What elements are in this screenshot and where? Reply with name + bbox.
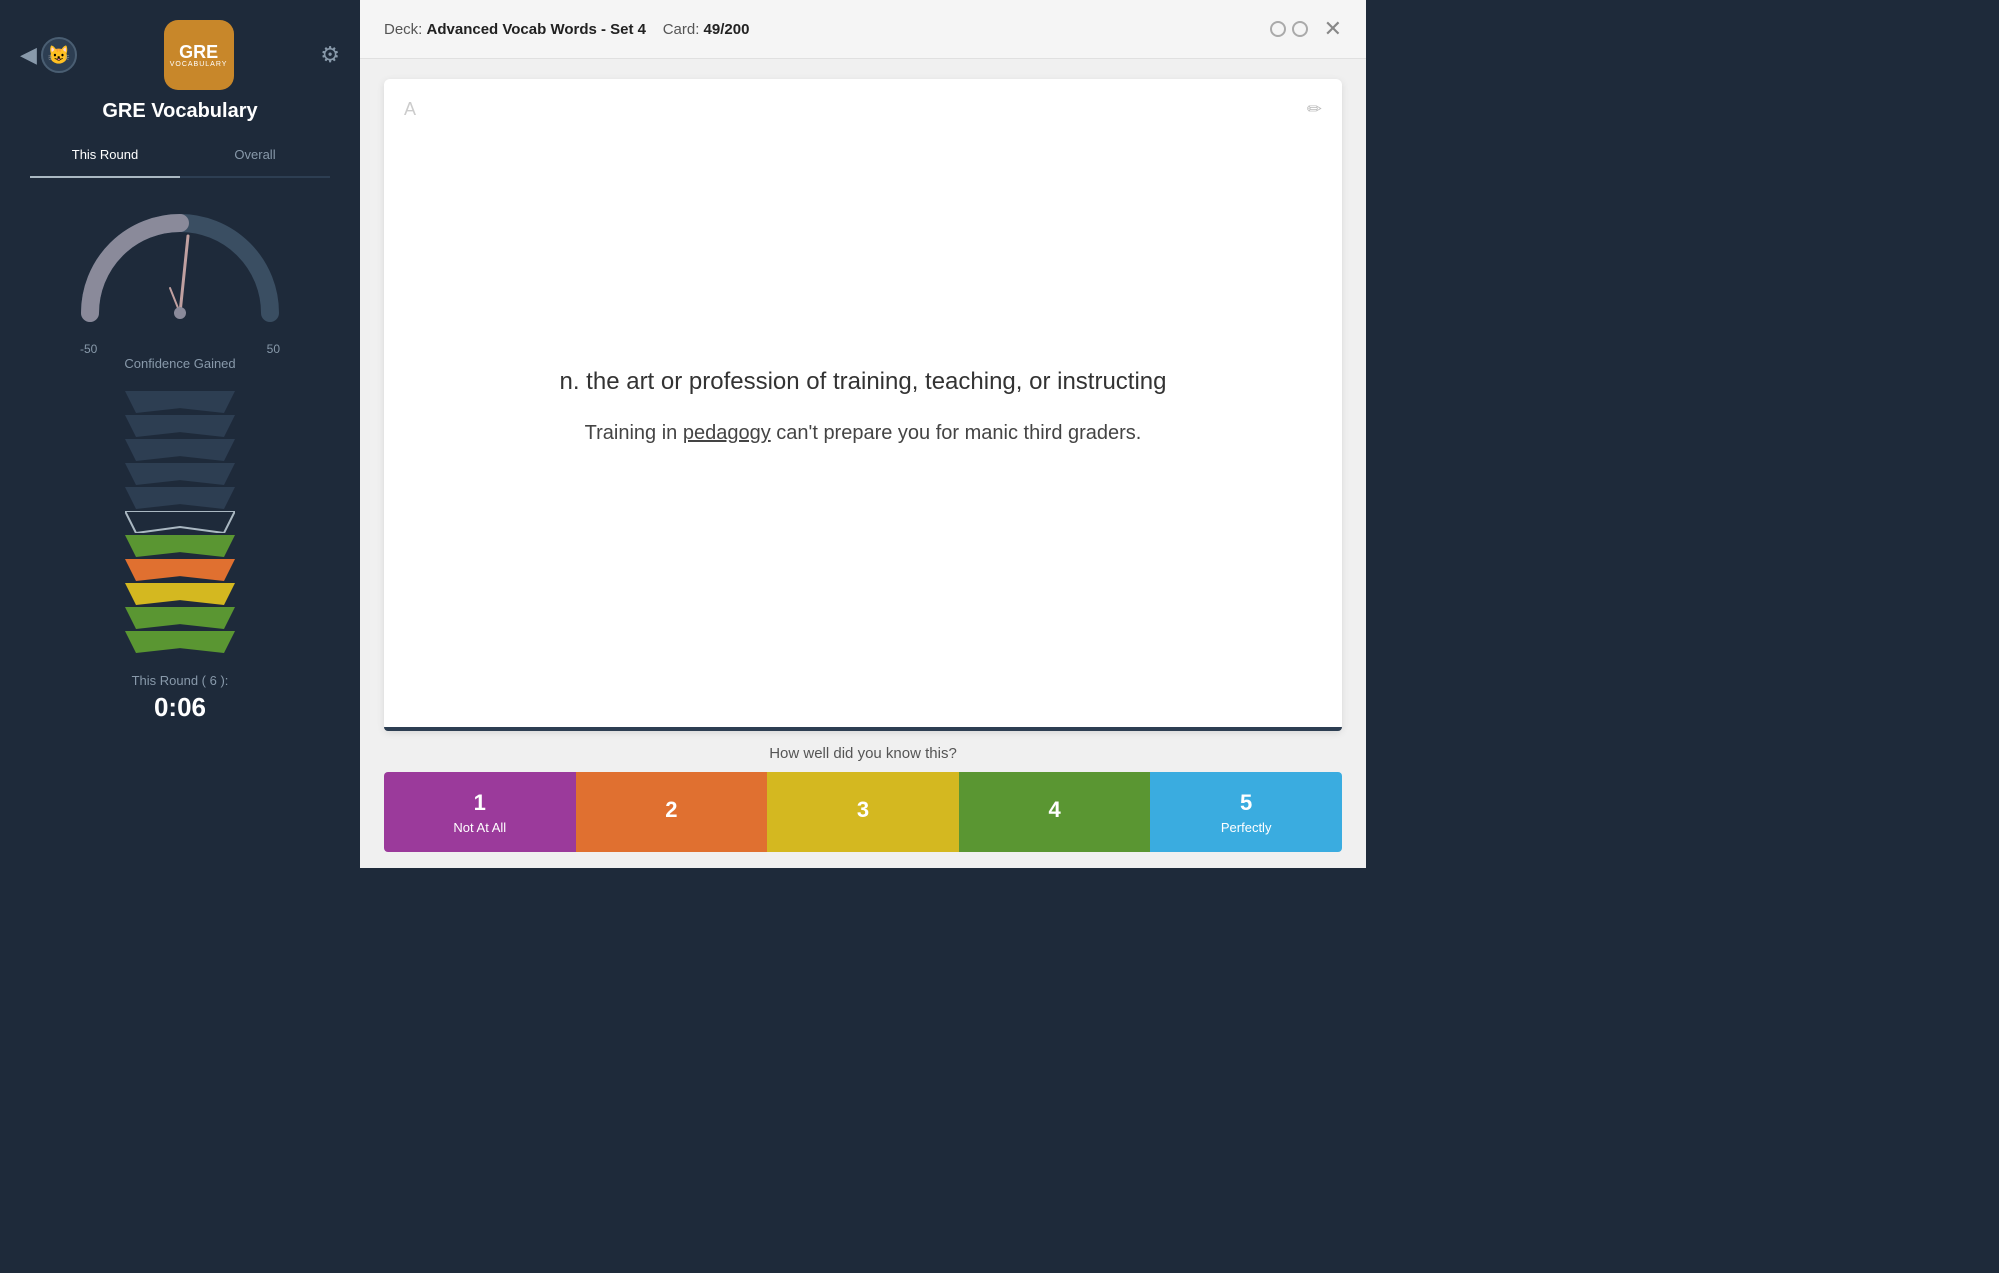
logo-text: GRE <box>179 43 218 61</box>
tab-overall[interactable]: Overall <box>180 139 330 170</box>
rating-number-2: 2 <box>665 797 677 823</box>
avatar: 😺 <box>41 37 77 73</box>
card-keyword: pedagogy <box>683 422 771 444</box>
logo-sub: VOCABULARY <box>170 61 228 68</box>
chevron-green-3 <box>125 631 235 653</box>
rating-section: How well did you know this? 1 Not At All… <box>360 731 1366 868</box>
deck-name: Advanced Vocab Words - Set 4 <box>427 21 647 38</box>
card-divider <box>384 727 1342 731</box>
chevron-5 <box>125 487 235 509</box>
chevron-orange <box>125 559 235 581</box>
top-bar: Deck: Advanced Vocab Words - Set 4 Card:… <box>360 0 1366 59</box>
card-value: 49/200 <box>704 21 750 38</box>
card-label: Card: <box>663 21 700 38</box>
back-button[interactable]: ◀ 😺 <box>20 37 77 73</box>
chevron-3 <box>125 439 235 461</box>
confidence-label: Confidence Gained <box>124 356 235 371</box>
gauge-svg <box>70 198 290 328</box>
gauge-min: -50 <box>80 342 97 356</box>
rating-button-3[interactable]: 3 <box>767 772 959 852</box>
tab-underline <box>30 176 330 178</box>
chevron-4 <box>125 463 235 485</box>
close-button[interactable]: ✕ <box>1324 16 1342 42</box>
gauge-labels: -50 50 <box>80 342 280 356</box>
edit-button[interactable]: ✏ <box>1307 99 1322 120</box>
main-panel: Deck: Advanced Vocab Words - Set 4 Card:… <box>360 0 1366 868</box>
rating-number-1: 1 <box>474 790 486 816</box>
gre-logo: GRE VOCABULARY <box>164 20 234 90</box>
card-definition: n. the art or profession of training, te… <box>560 365 1167 399</box>
rating-label-5: Perfectly <box>1221 820 1272 835</box>
rating-question: How well did you know this? <box>384 745 1342 762</box>
rating-button-1[interactable]: 1 Not At All <box>384 772 576 852</box>
round-info: This Round ( 6 ): <box>132 673 229 688</box>
rating-button-4[interactable]: 4 <box>959 772 1151 852</box>
rating-label-1: Not At All <box>453 820 506 835</box>
flashcard: A ✏ n. the art or profession of training… <box>384 79 1342 731</box>
tab-this-round[interactable]: This Round <box>30 139 180 170</box>
deck-info: Deck: Advanced Vocab Words - Set 4 Card:… <box>384 21 749 38</box>
rating-button-5[interactable]: 5 Perfectly <box>1150 772 1342 852</box>
chevron-1 <box>125 391 235 413</box>
round-time: 0:06 <box>154 692 206 723</box>
rating-number-5: 5 <box>1240 790 1252 816</box>
chevron-current <box>125 511 235 533</box>
card-indicators <box>1270 21 1308 37</box>
card-letter: A <box>404 99 416 120</box>
deck-label: Deck: <box>384 21 422 38</box>
gear-icon: ⚙ <box>320 42 340 67</box>
chevron-green-1 <box>125 535 235 557</box>
sidebar-top: ◀ 😺 GRE VOCABULARY ⚙ <box>0 20 360 90</box>
rating-buttons: 1 Not At All 2 3 4 5 Perfectly <box>384 772 1342 852</box>
gauge-max: 50 <box>267 342 280 356</box>
tabs-container: This Round Overall <box>0 139 360 170</box>
indicator-1 <box>1270 21 1286 37</box>
chevrons-container <box>125 391 235 653</box>
chevron-green-2 <box>125 607 235 629</box>
gauge-container <box>70 198 290 328</box>
rating-number-3: 3 <box>857 797 869 823</box>
sidebar: ◀ 😺 GRE VOCABULARY ⚙ GRE Vocabulary This… <box>0 0 360 868</box>
chevron-2 <box>125 415 235 437</box>
app-title: GRE Vocabulary <box>102 100 257 123</box>
back-icon: ◀ <box>20 42 37 68</box>
top-bar-right: ✕ <box>1270 16 1342 42</box>
card-example: Training in pedagogy can't prepare you f… <box>585 422 1142 445</box>
rating-button-2[interactable]: 2 <box>576 772 768 852</box>
rating-number-4: 4 <box>1048 797 1060 823</box>
settings-button[interactable]: ⚙ <box>320 42 340 68</box>
chevron-yellow <box>125 583 235 605</box>
indicator-2 <box>1292 21 1308 37</box>
